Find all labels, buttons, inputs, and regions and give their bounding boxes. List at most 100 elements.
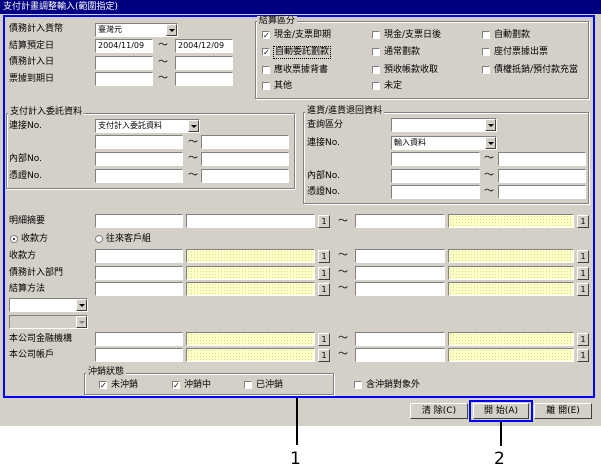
range-tilde: ～ bbox=[484, 153, 494, 164]
checkbox-cash-immediate[interactable]: ✓ bbox=[262, 31, 270, 40]
range-tilde: ～ bbox=[158, 73, 168, 84]
checkbox-normal-transfer[interactable] bbox=[372, 48, 380, 56]
summary-from-name-input[interactable] bbox=[186, 214, 315, 228]
label-receivable-endorse: 應收票據背書 bbox=[274, 65, 329, 75]
method-from-name-field bbox=[186, 282, 315, 296]
debt-dept-from-lookup-button[interactable]: 1 bbox=[318, 267, 330, 280]
range-tilde: ～ bbox=[158, 40, 168, 51]
purchase-internal-from-input[interactable] bbox=[391, 169, 480, 183]
checkbox-other[interactable] bbox=[262, 82, 270, 90]
bank-to-name-field bbox=[448, 332, 574, 346]
payee-from-lookup-button[interactable]: 1 bbox=[318, 250, 330, 263]
checkbox-bill-issue[interactable] bbox=[482, 48, 490, 56]
payment-link-from-input[interactable] bbox=[95, 135, 183, 149]
purchase-return-title: 進貨/進貨退回資料 bbox=[305, 106, 385, 117]
summary-from-code-input[interactable] bbox=[95, 214, 183, 228]
debt-date-label: 債務計入日 bbox=[9, 57, 55, 67]
method-to-lookup-button[interactable]: 1 bbox=[577, 283, 589, 296]
method-type-select[interactable] bbox=[9, 298, 88, 312]
method-from-code-input[interactable] bbox=[95, 282, 183, 296]
radio-payee[interactable] bbox=[10, 235, 18, 243]
payment-internal-to-input[interactable] bbox=[201, 152, 289, 166]
purchase-link-from-input[interactable] bbox=[391, 152, 480, 166]
account-to-name-field bbox=[448, 348, 574, 362]
checkbox-undecided[interactable] bbox=[372, 82, 380, 90]
label-bill-issue: 座付票據出票 bbox=[494, 47, 549, 57]
purchase-voucher-to-input[interactable] bbox=[498, 185, 586, 199]
clear-button[interactable]: 清 除(C) bbox=[410, 403, 468, 419]
account-label: 本公司帳戶 bbox=[9, 350, 55, 360]
debt-date-to-input[interactable] bbox=[175, 56, 233, 70]
checkbox-offsetting[interactable]: ✓ bbox=[172, 381, 180, 390]
payment-voucher-from-input[interactable] bbox=[95, 169, 183, 183]
summary-to-code-input[interactable] bbox=[355, 214, 445, 228]
account-from-lookup-button[interactable]: 1 bbox=[318, 349, 330, 362]
payee-label: 收款方 bbox=[9, 251, 37, 261]
query-type-select[interactable] bbox=[391, 118, 497, 132]
summary-from-lookup-button[interactable]: 1 bbox=[318, 215, 330, 228]
offset-done-label: 已沖銷 bbox=[256, 380, 284, 390]
bank-to-code-input[interactable] bbox=[355, 332, 445, 346]
checkbox-auto-transfer[interactable] bbox=[482, 31, 490, 39]
payee-to-lookup-button[interactable]: 1 bbox=[577, 250, 589, 263]
method-subtype-select bbox=[9, 315, 88, 329]
payee-from-code-input[interactable] bbox=[95, 249, 183, 263]
chevron-down-icon[interactable] bbox=[188, 120, 199, 132]
debt-date-from-input[interactable] bbox=[95, 56, 153, 70]
method-from-lookup-button[interactable]: 1 bbox=[318, 283, 330, 296]
callout-line-1 bbox=[296, 398, 298, 445]
start-button[interactable]: 開 始(A) bbox=[473, 403, 529, 419]
summary-to-lookup-button[interactable]: 1 bbox=[577, 215, 589, 228]
bank-to-lookup-button[interactable]: 1 bbox=[577, 333, 589, 346]
checkbox-exclude-offset[interactable] bbox=[354, 381, 362, 389]
chevron-down-icon[interactable] bbox=[485, 137, 496, 149]
payee-to-code-input[interactable] bbox=[355, 249, 445, 263]
callout-line-2 bbox=[500, 422, 502, 446]
checkbox-offset-prepay[interactable] bbox=[482, 66, 490, 74]
checkbox-not-offset[interactable]: ✓ bbox=[99, 381, 107, 390]
checkbox-cash-later[interactable] bbox=[372, 31, 380, 39]
purchase-link-to-input[interactable] bbox=[498, 152, 586, 166]
debt-dept-from-code-input[interactable] bbox=[95, 266, 183, 280]
purchase-voucher-no-label: 憑證No. bbox=[307, 187, 340, 197]
radio-customer-group[interactable] bbox=[95, 235, 103, 243]
checkbox-auto-entrust[interactable]: ✓ bbox=[262, 48, 270, 57]
label-cash-later: 現金/支票日後 bbox=[384, 30, 442, 40]
debt-dept-to-code-input[interactable] bbox=[355, 266, 445, 280]
settle-date-label: 結算預定日 bbox=[9, 41, 55, 51]
range-tilde: ～ bbox=[484, 170, 494, 181]
exclude-offset-label: 含沖銷對象外 bbox=[366, 380, 421, 390]
chevron-down-icon[interactable] bbox=[166, 24, 177, 36]
debt-dept-to-lookup-button[interactable]: 1 bbox=[577, 267, 589, 280]
payment-link-to-input[interactable] bbox=[201, 135, 289, 149]
purchase-internal-to-input[interactable] bbox=[498, 169, 586, 183]
payment-link-no-select[interactable]: 支付計入委託資料 bbox=[95, 119, 200, 133]
close-button[interactable]: 離 開(E) bbox=[534, 403, 592, 419]
bill-due-from-input[interactable] bbox=[95, 72, 153, 86]
purchase-voucher-from-input[interactable] bbox=[391, 185, 480, 199]
bill-due-to-input[interactable] bbox=[175, 72, 233, 86]
purchase-link-no-select[interactable]: 輸入資料 bbox=[391, 136, 497, 150]
label-offset-prepay: 債權抵銷/預付款充當 bbox=[494, 65, 579, 75]
chevron-down-icon[interactable] bbox=[485, 119, 496, 131]
account-to-code-input[interactable] bbox=[355, 348, 445, 362]
method-to-code-input[interactable] bbox=[355, 282, 445, 296]
checkbox-receivable-endorse[interactable] bbox=[262, 66, 270, 74]
checkbox-offset-done[interactable] bbox=[244, 381, 252, 389]
bill-due-label: 票據到期日 bbox=[9, 74, 55, 84]
bank-from-lookup-button[interactable]: 1 bbox=[318, 333, 330, 346]
checkbox-advance-receipt[interactable] bbox=[372, 66, 380, 74]
bank-from-code-input[interactable] bbox=[95, 332, 183, 346]
payment-internal-from-input[interactable] bbox=[95, 152, 183, 166]
settle-date-from-input[interactable]: 2004/11/09 bbox=[95, 39, 153, 53]
payment-voucher-to-input[interactable] bbox=[201, 169, 289, 183]
chevron-down-icon[interactable] bbox=[76, 299, 87, 311]
account-from-code-input[interactable] bbox=[95, 348, 183, 362]
label-normal-transfer: 通常劃款 bbox=[384, 47, 421, 57]
currency-select[interactable]: 臺灣元 bbox=[95, 23, 178, 37]
settle-date-to-input[interactable]: 2004/12/09 bbox=[175, 39, 233, 53]
range-tilde: ～ bbox=[484, 186, 494, 197]
query-type-label: 查詢區分 bbox=[307, 120, 344, 130]
label-cash-immediate: 現金/支票即期 bbox=[274, 30, 332, 40]
account-to-lookup-button[interactable]: 1 bbox=[577, 349, 589, 362]
